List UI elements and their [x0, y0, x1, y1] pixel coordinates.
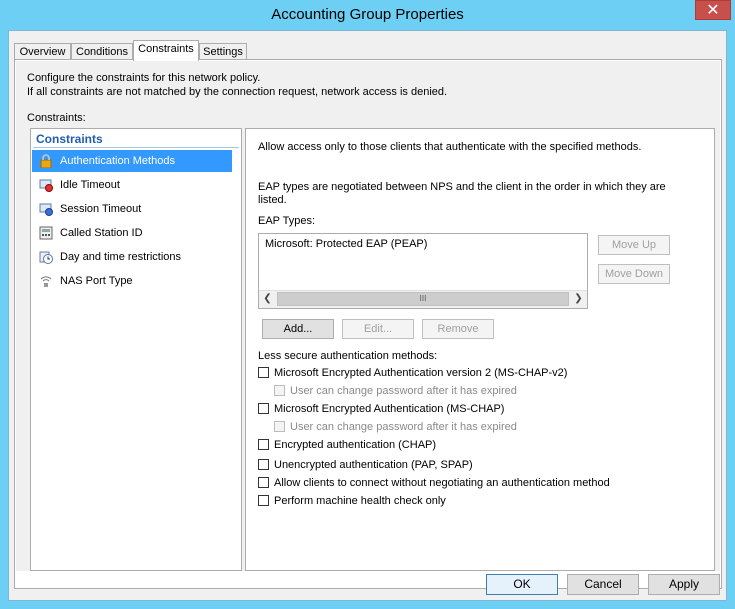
eap-note-text: EAP types are negotiated between NPS and…	[258, 181, 666, 206]
checkbox-box[interactable]	[258, 459, 269, 470]
horizontal-scrollbar[interactable]: ❮ III ❯	[259, 290, 587, 308]
constraint-item-label: NAS Port Type	[60, 275, 133, 287]
description-line-1: Configure the constraints for this netwo…	[27, 72, 261, 84]
lock-icon	[40, 154, 52, 168]
constraints-list-header: Constraints	[36, 132, 103, 146]
ok-button[interactable]: OK	[486, 574, 558, 595]
checkbox-box[interactable]	[274, 385, 285, 396]
constraint-item-day-time[interactable]: Day and time restrictions	[32, 246, 232, 268]
remove-button[interactable]: Remove	[422, 319, 494, 339]
constraint-item-session-timeout[interactable]: Session Timeout	[32, 198, 232, 220]
idle-timeout-icon	[39, 179, 53, 192]
checkbox-box[interactable]	[258, 439, 269, 450]
panel-body: Configure the constraints for this netwo…	[16, 61, 720, 571]
title-bar: Accounting Group Properties ✕	[0, 0, 735, 30]
constraints-list: Constraints Authentication Methods Idle …	[30, 128, 242, 571]
session-timeout-icon	[39, 203, 53, 216]
tab-conditions[interactable]: Conditions	[71, 43, 133, 60]
no-auth-negotiation-label: Allow clients to connect without negotia…	[274, 477, 610, 489]
eap-types-listbox[interactable]: Microsoft: Protected EAP (PEAP) ❮ III ❯	[258, 233, 588, 309]
constraints-label: Constraints:	[27, 112, 86, 124]
checkbox-box[interactable]	[274, 421, 285, 432]
called-station-icon	[39, 226, 53, 240]
mschapv2-change-password-label: User can change password after it has ex…	[290, 385, 517, 397]
mschap-label: Microsoft Encrypted Authentication (MS-C…	[274, 403, 505, 415]
cancel-button[interactable]: Cancel	[567, 574, 639, 595]
move-up-button[interactable]: Move Up	[598, 235, 670, 255]
scroll-thumb[interactable]: III	[277, 292, 569, 306]
constraint-item-label: Day and time restrictions	[60, 251, 182, 263]
window-title: Accounting Group Properties	[271, 6, 464, 23]
constraint-item-label: Authentication Methods	[60, 155, 175, 167]
constraint-item-idle-timeout[interactable]: Idle Timeout	[32, 174, 232, 196]
dialog-window: Accounting Group Properties ✕ Overview C…	[0, 0, 735, 609]
machine-health-check-label: Perform machine health check only	[274, 495, 446, 507]
panel-description: Configure the constraints for this netwo…	[27, 71, 447, 99]
constraint-item-label: Session Timeout	[60, 203, 142, 215]
mschap-change-password-label: User can change password after it has ex…	[290, 421, 517, 433]
auth-intro-text: Allow access only to those clients that …	[258, 141, 642, 153]
dialog-client-area: Overview Conditions Constraints Settings…	[8, 30, 727, 601]
checkbox-box[interactable]	[258, 403, 269, 414]
constraint-item-label: Idle Timeout	[60, 179, 120, 191]
close-button[interactable]: ✕	[695, 0, 731, 20]
mschapv2-label: Microsoft Encrypted Authentication versi…	[274, 367, 568, 379]
add-button[interactable]: Add...	[262, 319, 334, 339]
eap-type-item[interactable]: Microsoft: Protected EAP (PEAP)	[265, 238, 427, 250]
constraints-tab-panel: Configure the constraints for this netwo…	[14, 59, 722, 589]
header-divider	[33, 147, 239, 148]
move-down-button[interactable]: Move Down	[598, 264, 670, 284]
scroll-right-icon[interactable]: ❯	[570, 291, 587, 308]
eap-types-label: EAP Types:	[258, 215, 316, 227]
description-line-2: If all constraints are not matched by th…	[27, 86, 448, 98]
less-secure-label: Less secure authentication methods:	[258, 350, 438, 362]
checkbox-box[interactable]	[258, 367, 269, 378]
constraint-item-label: Called Station ID	[60, 227, 143, 239]
pap-spap-label: Unencrypted authentication (PAP, SPAP)	[274, 459, 473, 471]
constraint-item-called-station-id[interactable]: Called Station ID	[32, 222, 232, 244]
tab-settings[interactable]: Settings	[199, 43, 247, 60]
constraint-item-nas-port-type[interactable]: NAS Port Type	[32, 270, 232, 292]
checkbox-box[interactable]	[258, 477, 269, 488]
edit-button[interactable]: Edit...	[342, 319, 414, 339]
authentication-methods-pane: Allow access only to those clients that …	[245, 128, 715, 571]
apply-button[interactable]: Apply	[648, 574, 720, 595]
chap-label: Encrypted authentication (CHAP)	[274, 439, 437, 451]
nas-port-icon	[40, 276, 52, 287]
scroll-left-icon[interactable]: ❮	[259, 291, 276, 308]
constraint-item-authentication-methods[interactable]: Authentication Methods	[32, 150, 232, 172]
tab-constraints[interactable]: Constraints	[133, 40, 199, 61]
tab-overview[interactable]: Overview	[14, 43, 71, 60]
clock-icon	[39, 251, 53, 264]
checkbox-box[interactable]	[258, 495, 269, 506]
